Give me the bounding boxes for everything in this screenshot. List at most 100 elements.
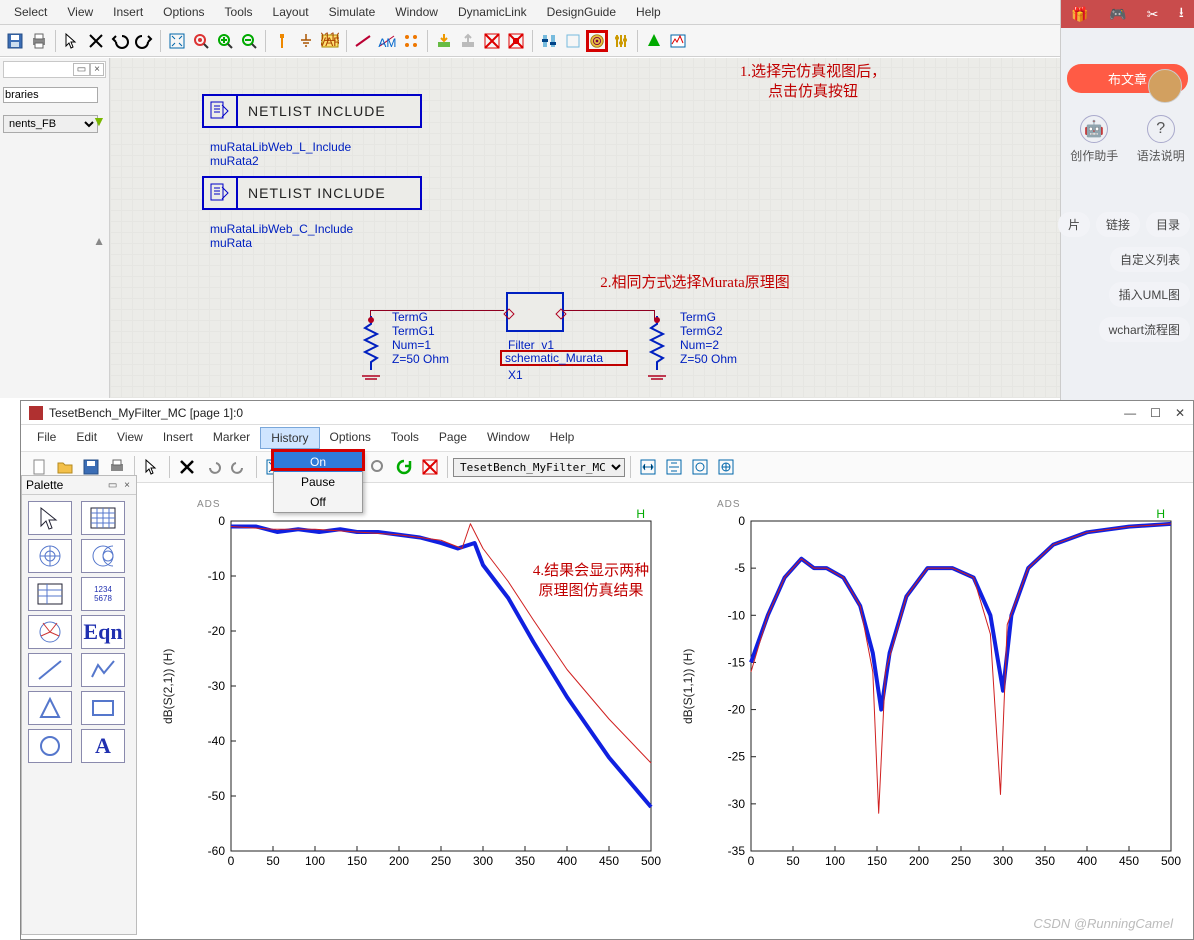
netlist-include-1[interactable]: NETLIST INCLUDE [202, 94, 422, 128]
print-icon[interactable] [28, 30, 50, 52]
minimize-icon[interactable]: — [1124, 406, 1136, 420]
netlist-include-2[interactable]: NETLIST INCLUDE [202, 176, 422, 210]
dataset-select[interactable]: TesetBench_MyFilter_MC [453, 458, 625, 477]
snap-icon[interactable] [400, 30, 422, 52]
pal-antenna[interactable] [28, 615, 72, 649]
menu-window[interactable]: Window [385, 2, 448, 22]
undo-icon[interactable] [201, 455, 225, 479]
menu-select[interactable]: Select [4, 2, 57, 22]
zoom-in-icon[interactable] [214, 30, 236, 52]
dd-menu-insert[interactable]: Insert [153, 427, 203, 449]
dd-menu-help[interactable]: Help [540, 427, 585, 449]
refresh-icon[interactable] [392, 455, 416, 479]
grammar-help[interactable]: ?语法说明 [1137, 115, 1185, 164]
deact-icon[interactable] [481, 30, 503, 52]
menu-help[interactable]: Help [626, 2, 671, 22]
dd-titlebar[interactable]: TesetBench_MyFilter_MC [page 1]:0 — ☐ ✕ [21, 401, 1193, 425]
redo-icon[interactable] [133, 30, 155, 52]
menu-options[interactable]: Options [153, 2, 214, 22]
history-off[interactable]: Off [274, 492, 362, 512]
disconnect-icon[interactable] [85, 30, 107, 52]
dd-menu-edit[interactable]: Edit [66, 427, 107, 449]
data-display-icon[interactable] [667, 30, 689, 52]
delete-icon[interactable] [175, 455, 199, 479]
autoscale-icon[interactable] [688, 455, 712, 479]
save-icon[interactable] [4, 30, 26, 52]
maximize-icon[interactable]: ☐ [1150, 406, 1161, 420]
dd-menu-page[interactable]: Page [429, 427, 477, 449]
wire-label-icon[interactable]: NAME [376, 30, 398, 52]
autoscale-x-icon[interactable] [636, 455, 660, 479]
pointer-icon[interactable] [61, 30, 83, 52]
history-pause[interactable]: Pause [274, 472, 362, 492]
gift-icon[interactable]: 🎁 [1071, 6, 1088, 23]
ground-icon[interactable] [295, 30, 317, 52]
pal-line[interactable] [28, 653, 72, 687]
simulate-button[interactable] [586, 30, 608, 52]
scroll-up-icon[interactable]: ▲ [93, 234, 105, 248]
close-icon[interactable]: ✕ [1175, 406, 1185, 420]
pal-polyline[interactable] [81, 653, 125, 687]
pal-circle[interactable] [28, 729, 72, 763]
dd-menu-options[interactable]: Options [320, 427, 381, 449]
dd-menu-tools[interactable]: Tools [381, 427, 429, 449]
pal-smith[interactable] [81, 539, 125, 573]
filter-icon[interactable]: ▼ [92, 113, 106, 129]
menu-designguide[interactable]: DesignGuide [537, 2, 626, 22]
zoom-out-icon[interactable] [238, 30, 260, 52]
pal-text[interactable]: A [81, 729, 125, 763]
tune-icon[interactable] [538, 30, 560, 52]
pin-icon[interactable] [271, 30, 293, 52]
chip-link[interactable]: 链接 [1096, 212, 1140, 237]
dd-menu-file[interactable]: File [27, 427, 66, 449]
download-icon[interactable]: ⭳ [1179, 2, 1184, 26]
chip-image[interactable]: 片 [1058, 212, 1090, 237]
menu-tools[interactable]: Tools [215, 2, 263, 22]
chart-s11[interactable]: ADS H dB(S(1,1)) (H) 0-5-10-15-20-25-30-… [711, 501, 1181, 903]
chip-custom-list[interactable]: 自定义列表 [1110, 247, 1190, 272]
panel-pin-icon[interactable]: ▭ [73, 63, 90, 76]
pop-icon[interactable] [457, 30, 479, 52]
pal-eqn[interactable]: Eqn [81, 615, 125, 649]
avatar[interactable] [1148, 69, 1182, 103]
autoscale-y-icon[interactable] [662, 455, 686, 479]
tree-icon[interactable] [643, 30, 665, 52]
undo-icon[interactable] [109, 30, 131, 52]
chip-toc[interactable]: 目录 [1146, 212, 1190, 237]
game-icon[interactable]: 🎮 [1109, 6, 1126, 23]
pointer-icon[interactable] [140, 455, 164, 479]
tune2-icon[interactable] [610, 30, 632, 52]
menu-view[interactable]: View [57, 2, 103, 22]
menu-insert[interactable]: Insert [103, 2, 153, 22]
menu-simulate[interactable]: Simulate [319, 2, 386, 22]
chip-flowchart[interactable]: wchart流程图 [1099, 317, 1190, 342]
dd-menu-marker[interactable]: Marker [203, 427, 260, 449]
var-icon[interactable]: 0110VAR [319, 30, 341, 52]
ai-helper[interactable]: 🤖创作助手 [1070, 115, 1118, 164]
pal-pointer[interactable] [28, 501, 72, 535]
chip-uml[interactable]: 插入UML图 [1109, 282, 1190, 307]
dd-menu-view[interactable]: View [107, 427, 153, 449]
schematic-canvas[interactable]: NETLIST INCLUDE muRataLibWeb_L_Include m… [110, 58, 1060, 398]
menu-layout[interactable]: Layout [263, 2, 319, 22]
pal-list[interactable] [28, 577, 72, 611]
pal-polygon[interactable] [28, 691, 72, 725]
palette-select[interactable]: nents_FB [3, 115, 98, 133]
deact-short-icon[interactable] [505, 30, 527, 52]
wire-icon[interactable] [352, 30, 374, 52]
panel-close-icon[interactable]: × [90, 63, 104, 76]
pal-listing[interactable]: 12345678 [81, 577, 125, 611]
term-g1[interactable] [358, 316, 384, 380]
zoom-prev-icon[interactable] [366, 455, 390, 479]
dd-menu-window[interactable]: Window [477, 427, 540, 449]
scissors-icon[interactable]: ✂ [1147, 6, 1159, 23]
redo-icon[interactable] [227, 455, 251, 479]
push-icon[interactable] [433, 30, 455, 52]
library-search-input[interactable] [3, 87, 98, 103]
history-on[interactable]: On [274, 452, 362, 472]
pal-polar[interactable] [28, 539, 72, 573]
zoom-sel-icon[interactable] [190, 30, 212, 52]
pal-rectplot[interactable] [81, 501, 125, 535]
zoom-all-icon[interactable] [166, 30, 188, 52]
deact-icon[interactable] [418, 455, 442, 479]
